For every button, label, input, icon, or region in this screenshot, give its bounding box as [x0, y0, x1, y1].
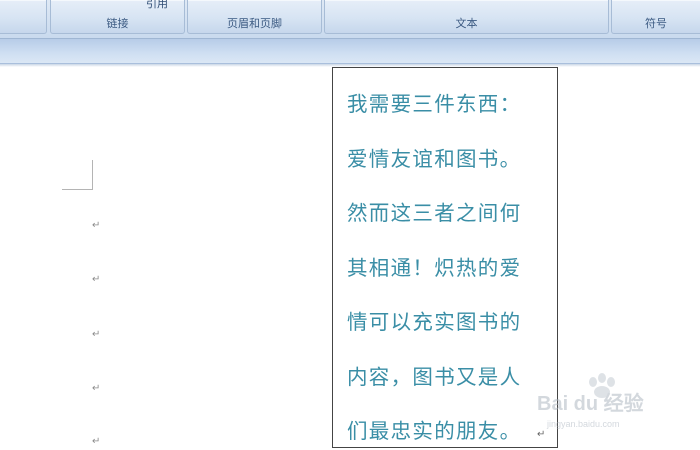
paragraph-mark-icon: ↵ [92, 274, 101, 285]
ribbon-group-text[interactable]: 文本 [324, 0, 609, 34]
text-box-line[interactable]: 我需要三件东西： [347, 89, 521, 119]
text-box-line[interactable]: 们最忠实的朋友。 [347, 416, 521, 446]
ribbon-group-label-symbols: 符号 [645, 17, 667, 30]
watermark-url: jingyan.baidu.com [546, 419, 620, 429]
paragraph-mark-icon: ↵ [92, 220, 101, 231]
ribbon-group-prev[interactable] [0, 0, 47, 34]
ribbon-group-label-text: 文本 [455, 17, 478, 30]
ribbon-group-label-links: 链接 [106, 17, 129, 30]
baidu-jingyan-watermark: Bai du 经验 jingyan.baidu.com [535, 372, 665, 434]
cross-reference-button-label[interactable]: 引用 [146, 0, 168, 11]
ruler-strip [0, 39, 700, 64]
ribbon-group-symbols[interactable]: 符号 [611, 0, 700, 34]
text-box-line[interactable]: 然而这三者之间何 [347, 198, 521, 228]
ribbon: 引用 链接 页眉和页脚 文本 符号 [0, 0, 700, 39]
paragraph-mark-icon: ↵ [92, 383, 101, 394]
paw-logo-icon: Bai du 经验 jingyan.baidu.com [537, 373, 644, 429]
watermark-logo-text: Bai du 经验 [537, 391, 644, 415]
text-box-line[interactable]: 其相通！炽热的爱 [347, 253, 521, 283]
margin-corner-mark [62, 189, 93, 190]
text-box[interactable]: 我需要三件东西： 爱情友谊和图书。 然而这三者之间何 其相通！炽热的爱 情可以充… [332, 67, 558, 448]
text-box-line[interactable]: 爱情友谊和图书。 [347, 144, 521, 174]
margin-corner-mark-vertical [92, 160, 93, 190]
ribbon-group-links[interactable]: 引用 链接 [50, 0, 185, 34]
text-box-line[interactable]: 情可以充实图书的 [347, 307, 521, 337]
text-box-line[interactable]: 内容，图书又是人 [347, 362, 521, 392]
paragraph-mark-icon: ↵ [92, 329, 101, 340]
ribbon-group-label-header-footer: 页眉和页脚 [227, 17, 282, 30]
ribbon-group-header-footer[interactable]: 页眉和页脚 [187, 0, 322, 34]
paragraph-mark-icon: ↵ [92, 436, 101, 447]
